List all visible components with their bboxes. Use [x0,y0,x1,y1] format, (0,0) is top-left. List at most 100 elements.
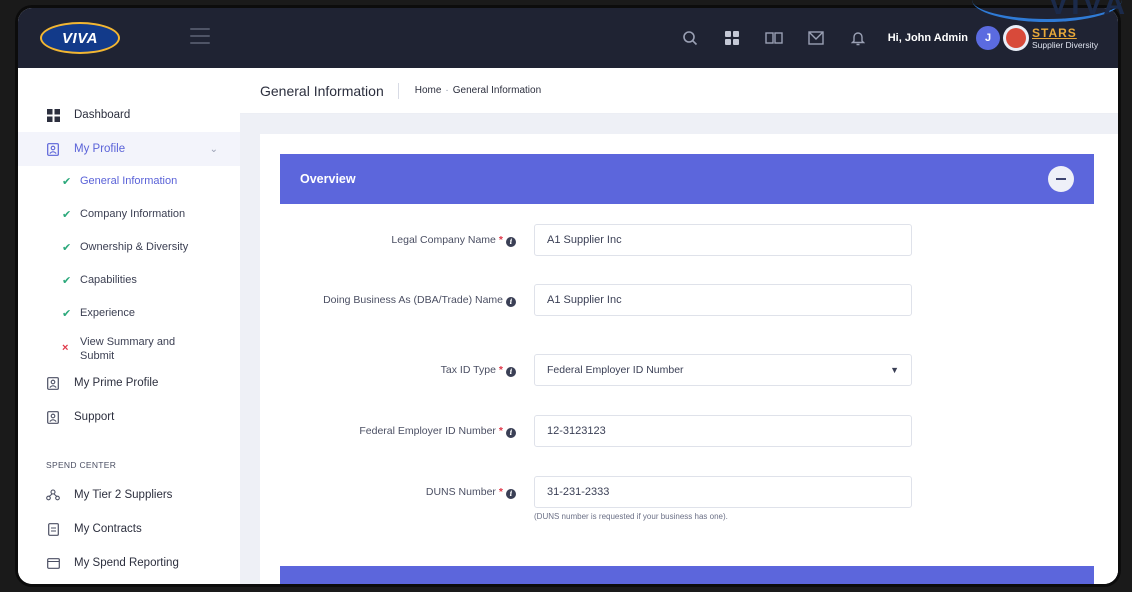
sidebar-subitem-general-information[interactable]: ✔ General Information [18,166,240,199]
dba-wrap [534,284,912,316]
sidebar-item-label: My Contracts [74,523,142,535]
breadcrumb-separator: · [445,85,449,96]
top-navbar: VIVA Hi, John Admin J STARS Supplier Div… [18,8,1118,68]
fein-label: Federal Employer ID Number * i [280,424,516,438]
info-icon[interactable]: i [506,367,516,377]
viva-logo[interactable]: VIVA [40,22,120,54]
chevron-down-icon: ⌄ [209,143,218,155]
sidebar: Dashboard My Profile ⌄ ✔ General Informa… [18,68,240,584]
sidebar-item-my-profile[interactable]: My Profile ⌄ [18,132,240,166]
document-icon [46,522,60,536]
selected-value: Federal Employer ID Number [547,364,684,376]
legal-name-input[interactable] [534,224,912,256]
next-section-header[interactable] [280,566,1094,584]
check-icon: ✔ [62,275,72,287]
sidebar-item-label: My Spend Reporting [74,557,179,569]
breadcrumb-home-link[interactable]: Home [415,85,442,96]
support-icon [46,410,60,424]
minus-icon [1056,178,1066,180]
fein-input[interactable] [534,415,912,447]
search-icon[interactable] [672,20,708,56]
required-marker: * [498,486,503,498]
sidebar-item-tier2-suppliers[interactable]: My Tier 2 Suppliers [18,478,240,512]
calendar-icon [46,556,60,570]
overview-section-header[interactable]: Overview [280,154,1094,204]
section-label-spend-center: SPEND CENTER [46,460,117,470]
form-row-fein: Federal Employer ID Number * i [280,415,1100,447]
tax-id-type-select[interactable]: Federal Employer ID Number ▼ [534,354,912,386]
sidebar-item-support[interactable]: Support [18,400,240,434]
breadcrumb: Home · General Information [399,85,541,96]
form-row-tax-id-type: Tax ID Type * i Federal Employer ID Number… [280,354,1100,386]
x-icon: × [62,342,69,354]
form-row-duns: DUNS Number*i (DUNS number is requested … [280,476,1100,521]
sidebar-item-label: My Profile [74,143,126,155]
sidebar-item-label: My Prime Profile [74,377,159,389]
app-window: VIVA Hi, John Admin J STARS Supplier Div… [18,8,1118,584]
info-icon[interactable]: i [506,237,516,247]
check-icon: ✔ [62,209,72,221]
sidebar-subitem-label: General Information [80,175,178,187]
sidebar-item-my-contracts[interactable]: My Contracts [18,512,240,546]
duns-help-text: (DUNS number is requested if your busine… [534,512,728,521]
profile-icon [46,142,60,156]
sidebar-item-label: My Tier 2 Suppliers [74,489,173,501]
overview-title: Overview [300,172,356,186]
tax-id-type-wrap: Federal Employer ID Number ▼ [534,354,912,386]
check-icon: ✔ [62,308,72,320]
tax-id-type-label: Tax ID Type * i [280,363,516,377]
sidebar-subitem-label: Experience [80,307,136,319]
legal-name-label: Legal Company Name * i [280,233,516,247]
sidebar-subitem-capabilities[interactable]: ✔ Capabilities [18,265,240,298]
sidebar-subitem-label: Company Information [80,208,186,220]
sidebar-item-label: Support [74,411,115,423]
sidebar-subitem-label: Ownership & Diversity [80,241,189,253]
page-title: General Information [260,82,399,99]
fein-wrap [534,415,912,447]
general-info-card: Overview Legal Company Name*i Doing Busi… [260,134,1118,584]
sidebar-subitem-experience[interactable]: ✔ Experience [18,298,240,331]
duns-wrap: (DUNS number is requested if your busine… [534,476,912,521]
sidebar-subitem-label: View Summary and Submit [80,336,176,362]
chevron-down-icon: ▼ [890,365,899,375]
main-content: General Information Home · General Infor… [240,68,1118,584]
sidebar-subitem-view-summary[interactable]: × View Summary and Submit [18,331,240,364]
collapse-button[interactable] [1048,166,1074,192]
check-icon: ✔ [62,176,72,188]
check-icon: ✔ [62,242,72,254]
required-marker: * [498,425,503,437]
info-icon[interactable]: i [506,428,516,438]
dba-label: Doing Business As (DBA/Trade) Name i [280,293,516,307]
duns-label: DUNS Number * i [280,485,516,499]
mail-icon[interactable] [798,20,834,56]
form-row-dba: Doing Business As (DBA/Trade) Name i [280,284,1100,316]
field-label-text: Federal Employer ID Number [359,425,496,437]
sidebar-item-spend-reporting[interactable]: My Spend Reporting [18,546,240,580]
top-actions: Hi, John Admin J STARS Supplier Diversit… [672,8,1118,68]
sidebar-item-label: Dashboard [74,109,131,121]
display-icon[interactable] [756,20,792,56]
sidebar-item-my-prime-profile[interactable]: My Prime Profile [18,366,240,400]
sidebar-subitem-company-information[interactable]: ✔ Company Information [18,199,240,232]
required-marker: * [498,234,503,246]
duns-input[interactable] [534,476,912,508]
info-icon[interactable]: i [506,489,516,499]
network-icon [46,488,60,502]
partner-title: STARS [1032,26,1077,40]
bell-icon[interactable] [840,20,876,56]
field-label-text: Legal Company Name [391,234,496,246]
user-greeting[interactable]: Hi, John Admin [888,32,968,44]
page-header: General Information Home · General Infor… [240,68,1118,114]
sidebar-item-dashboard[interactable]: Dashboard [18,98,240,132]
dba-input[interactable] [534,284,912,316]
sidebar-subitem-ownership-diversity[interactable]: ✔ Ownership & Diversity [18,232,240,265]
form-row-legal-name: Legal Company Name * i [280,224,1100,256]
partner-logo: STARS Supplier Diversity [1006,8,1118,68]
menu-toggle-icon[interactable] [190,28,210,46]
field-label-text: DUNS Number [425,486,496,498]
stars-badge-icon [1006,28,1026,48]
field-label-text: Tax ID Type [440,364,496,376]
avatar[interactable]: J [976,26,1000,50]
info-icon[interactable]: i [506,297,516,307]
grid-icon[interactable] [714,20,750,56]
